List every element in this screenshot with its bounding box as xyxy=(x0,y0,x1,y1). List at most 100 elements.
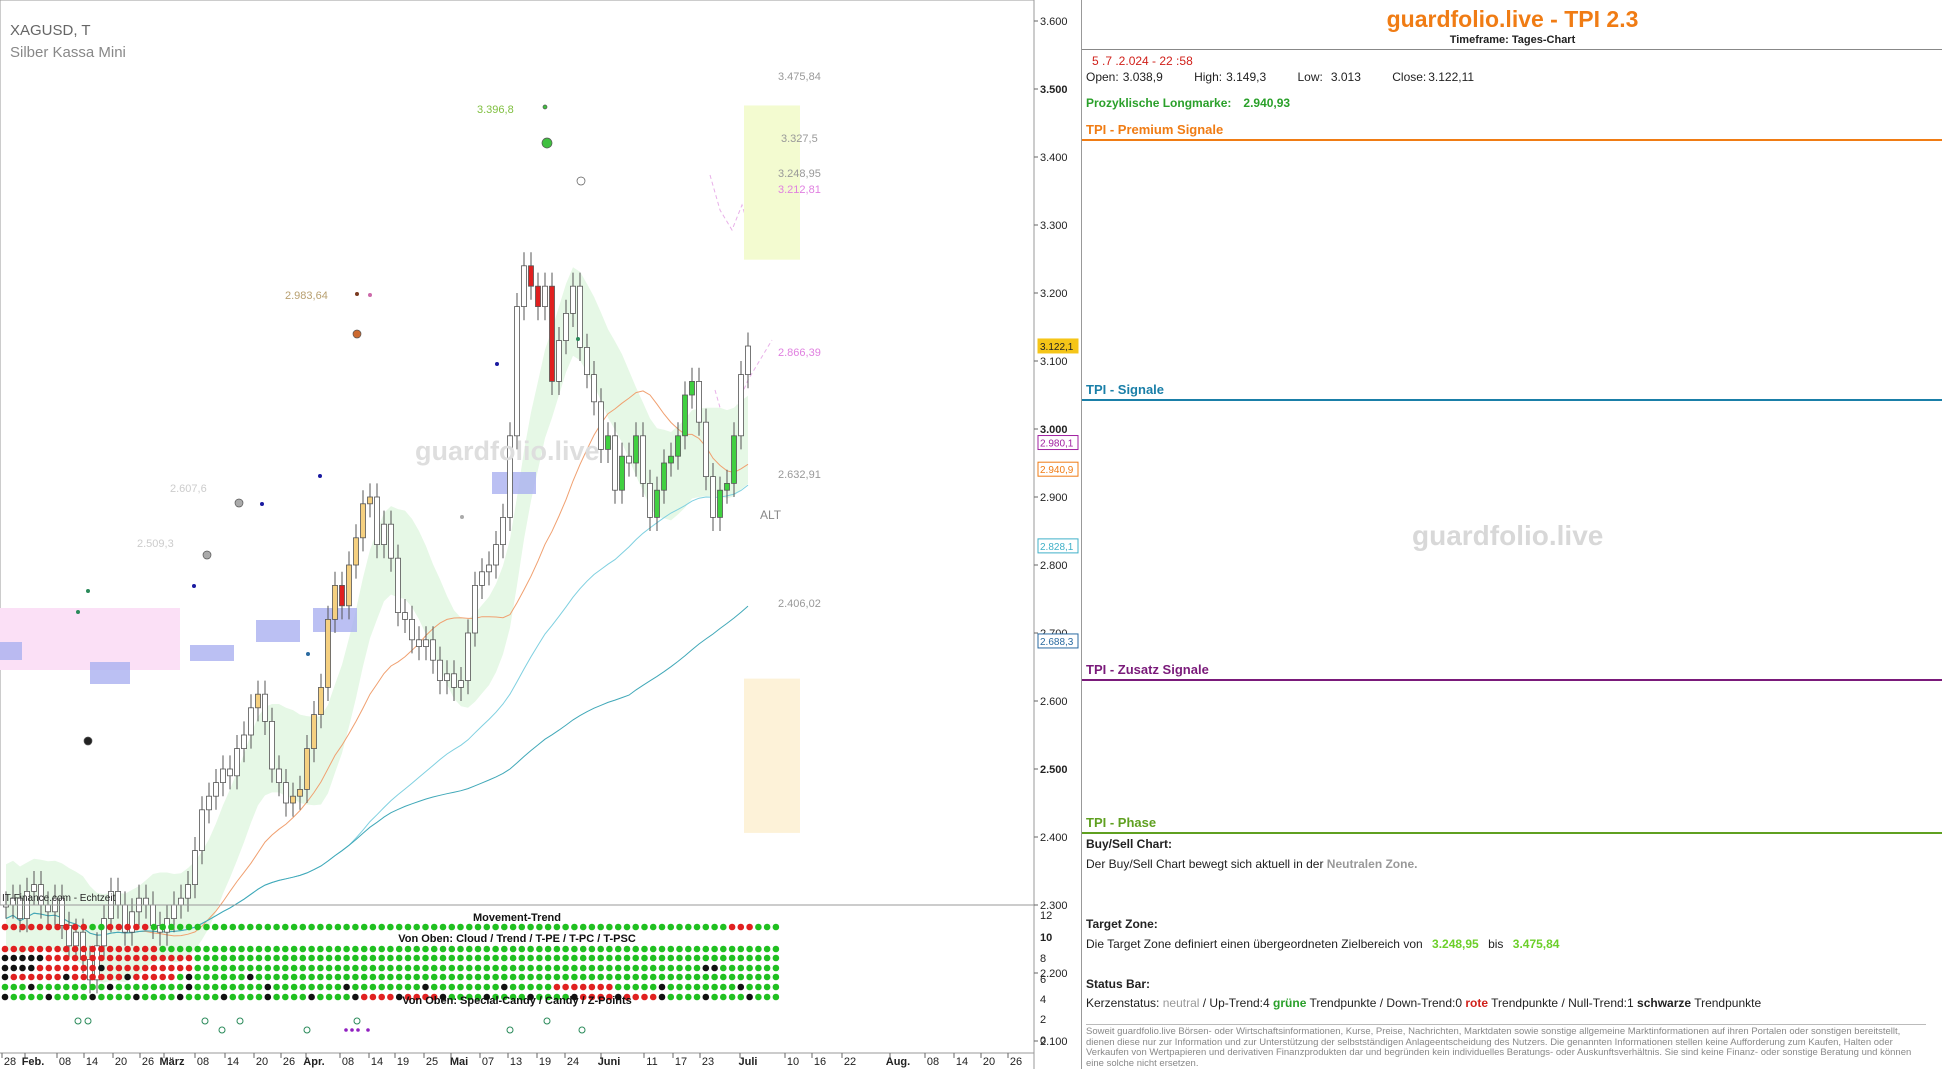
trend-dot xyxy=(282,923,289,931)
level-3212-label: 3.212,81 xyxy=(778,184,821,196)
trend-dot xyxy=(150,964,158,972)
trend-dot xyxy=(755,923,762,931)
candle-body xyxy=(325,619,331,688)
trend-dot xyxy=(448,964,456,972)
trend-dot xyxy=(45,964,53,972)
z-point-marker xyxy=(74,1017,82,1025)
trend-dot xyxy=(720,993,727,1001)
trend-dot xyxy=(124,945,131,953)
trend-dot xyxy=(597,954,604,962)
timeframe-label: Timeframe: Tages-Chart xyxy=(1449,34,1576,46)
status-gruene: grüne xyxy=(1273,996,1307,1010)
trend-dot xyxy=(352,923,359,931)
trend-dot xyxy=(518,923,526,931)
trend-dot xyxy=(395,923,403,931)
trend-dot xyxy=(536,954,543,962)
trend-dot xyxy=(176,945,184,953)
trend-dot xyxy=(702,964,710,972)
candle-body xyxy=(465,632,471,681)
trend-dot xyxy=(80,964,88,972)
trend-dot xyxy=(194,954,201,962)
trend-dot xyxy=(115,973,123,981)
trend-dot xyxy=(124,923,131,931)
trend-dot xyxy=(641,993,648,1001)
trend-dot xyxy=(641,945,648,953)
trend-dot xyxy=(317,923,324,931)
trend-dot xyxy=(641,954,648,962)
z-point-marker xyxy=(353,1017,361,1025)
trend-dot xyxy=(299,983,307,991)
trend-dot xyxy=(168,983,175,991)
trend-dot xyxy=(308,964,315,972)
trend-dot xyxy=(588,954,596,962)
sub-axis-label: 0 xyxy=(1040,1035,1046,1047)
x-tick-label: Juli xyxy=(739,1056,758,1068)
target-upper-label: 3.475,84 xyxy=(778,71,821,83)
trend-dot xyxy=(71,964,79,972)
trend-dot xyxy=(702,954,710,962)
trend-dot xyxy=(10,993,18,1001)
trend-dot xyxy=(544,923,552,931)
trend-dot xyxy=(282,964,289,972)
trend-dot xyxy=(518,973,526,981)
trend-dot xyxy=(763,983,771,991)
candle-body xyxy=(346,564,352,607)
trend-dot xyxy=(159,954,166,962)
trend-dot xyxy=(290,954,298,962)
trend-dot xyxy=(422,983,429,991)
trend-dot xyxy=(299,945,307,953)
zusatz-signale-title: TPI - Zusatz Signale xyxy=(1086,662,1209,677)
trend-dot xyxy=(439,964,447,972)
tpi-panel: guardfolio.live - TPI 2.3 Timeframe: Tag… xyxy=(1081,0,1942,1069)
trend-dot xyxy=(720,945,727,953)
trend-dot xyxy=(553,983,561,991)
y-tick-label: 2.800 xyxy=(1040,560,1068,572)
candy-dot xyxy=(356,1028,360,1032)
trend-dot xyxy=(562,923,569,931)
price-chart[interactable]: 3.600 3.500 3.400 3.300 3.200 3.100 3.000 2.900… xyxy=(0,0,1081,1069)
trend-dot xyxy=(474,973,482,981)
trend-dot xyxy=(211,993,219,1001)
trend-dot xyxy=(606,954,613,962)
signal-dot xyxy=(355,292,359,296)
trend-dot xyxy=(501,923,508,931)
trend-dot xyxy=(115,945,123,953)
candle-body xyxy=(192,850,198,885)
trend-dot xyxy=(728,964,736,972)
trend-dot xyxy=(264,923,272,931)
trend-dot xyxy=(685,983,692,991)
trend-dot xyxy=(106,964,114,972)
trend-dot xyxy=(185,964,193,972)
trend-dot xyxy=(325,923,333,931)
x-tick-label: 16 xyxy=(814,1056,826,1068)
candle-body xyxy=(283,782,289,804)
trend-dot xyxy=(360,945,368,953)
trend-dot xyxy=(45,993,53,1001)
trend-dot xyxy=(448,923,456,931)
trend-dot xyxy=(509,954,517,962)
trend-dot xyxy=(369,954,377,962)
ohlc-row: Open: 3.038,9 High: 3.149,3 Low: 3.013 Clos… xyxy=(1086,70,1942,84)
trend-dot xyxy=(80,923,88,931)
trend-dot xyxy=(124,964,131,972)
candle-body xyxy=(255,693,261,709)
x-tick-label: 08 xyxy=(927,1056,939,1068)
trend-dot xyxy=(746,954,753,962)
trend-dot xyxy=(474,945,482,953)
trend-dot xyxy=(229,954,237,962)
trend-dot xyxy=(395,973,403,981)
trend-dot xyxy=(518,964,526,972)
candle-body xyxy=(241,734,247,749)
trend-dot xyxy=(334,964,342,972)
trend-dot xyxy=(28,973,35,981)
trend-dot xyxy=(763,964,771,972)
trend-dot xyxy=(360,923,368,931)
target-bis: bis xyxy=(1488,937,1504,951)
trend-dot xyxy=(632,964,639,972)
trend-dot xyxy=(614,954,622,962)
trend-dot xyxy=(89,993,96,1001)
trend-dot xyxy=(176,973,184,981)
trend-dot xyxy=(308,923,315,931)
trend-dot xyxy=(702,983,710,991)
trend-dot xyxy=(466,954,473,962)
